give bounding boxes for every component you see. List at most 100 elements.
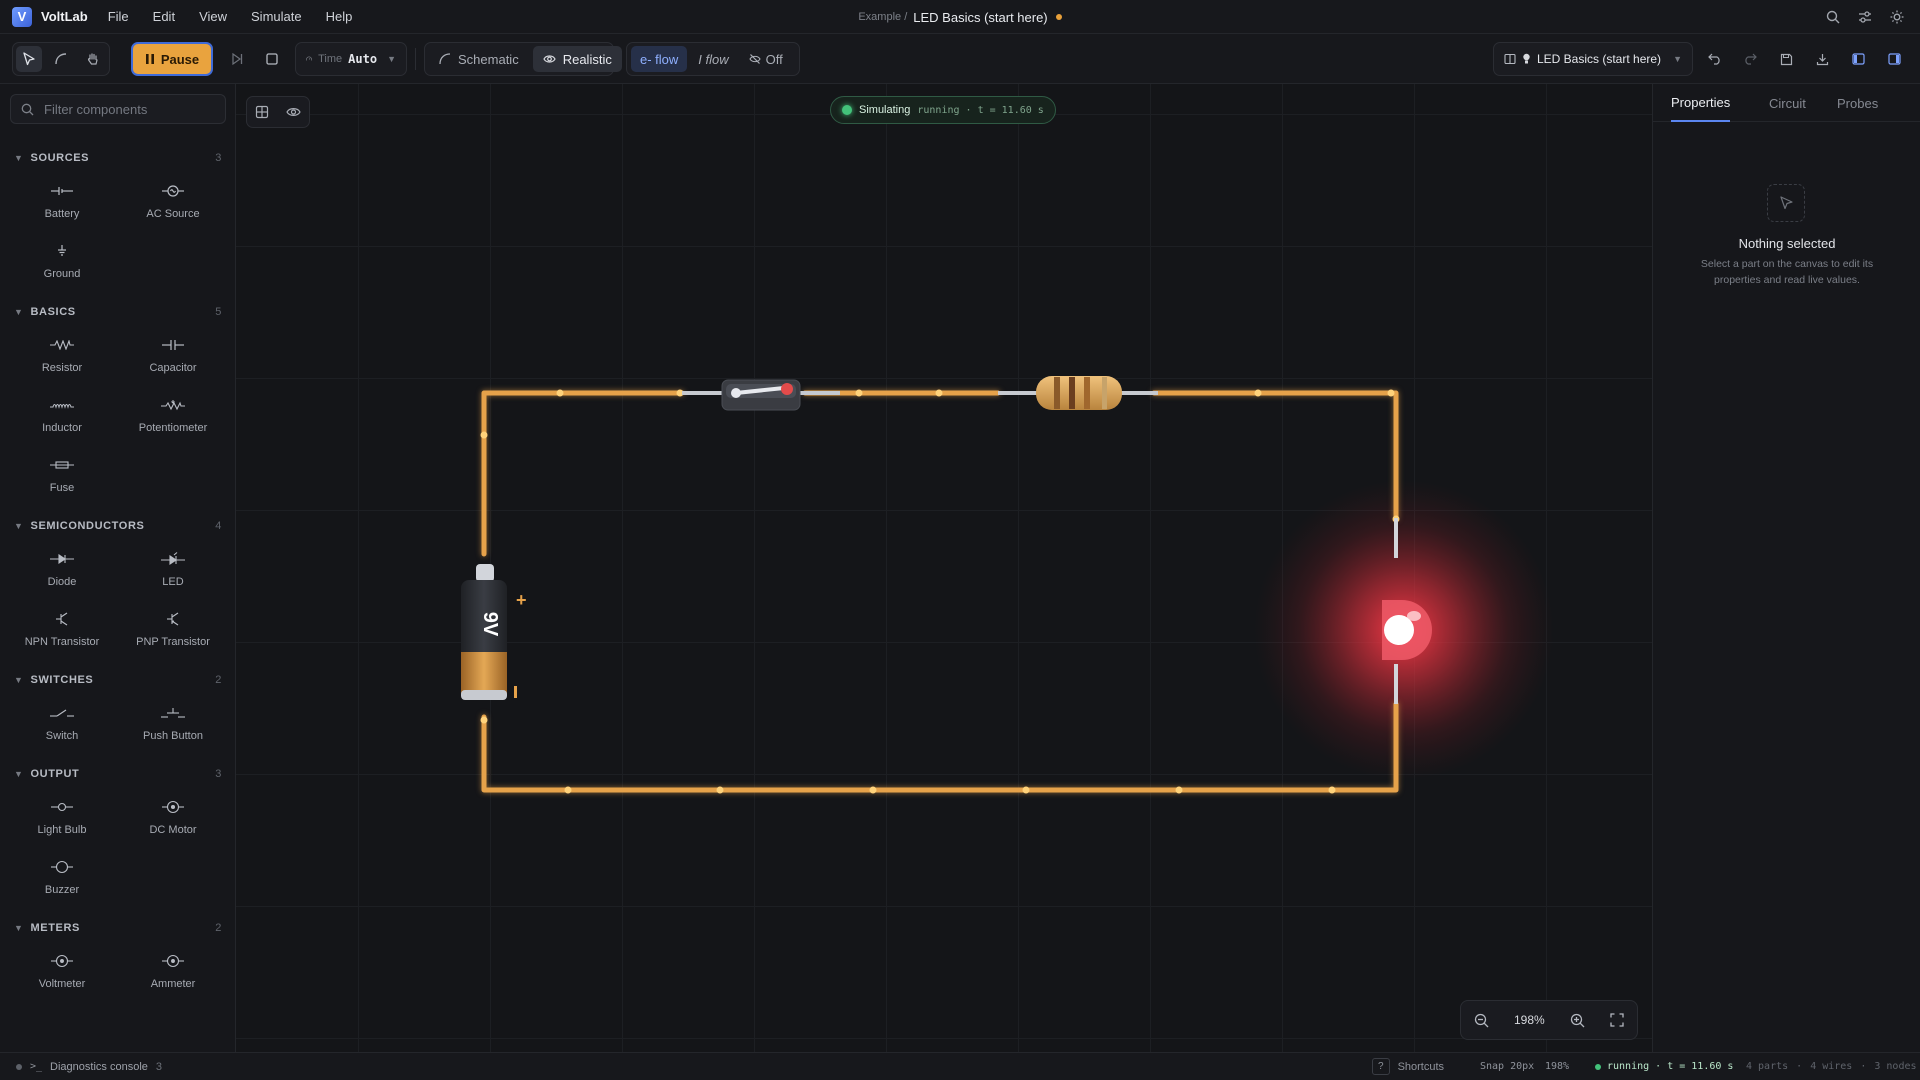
component-led[interactable]: LED: [118, 544, 228, 600]
menu-help[interactable]: Help: [326, 9, 353, 24]
electron-flow-button[interactable]: e- flow: [631, 46, 688, 72]
diagnostics-console-toggle[interactable]: >_ Diagnostics console 3: [16, 1053, 162, 1080]
save-button[interactable]: [1773, 46, 1799, 72]
filter-components-input[interactable]: [42, 100, 216, 118]
undo-icon: [1708, 53, 1720, 65]
component-ground[interactable]: Ground: [7, 236, 117, 292]
toggle-right-panel-button[interactable]: [1881, 46, 1907, 72]
component-inductor[interactable]: Inductor: [7, 390, 117, 446]
wire-left-top[interactable]: [481, 390, 685, 557]
resistor-part[interactable]: [998, 376, 1158, 410]
category-name: BASICS: [30, 306, 76, 318]
flow-off-button[interactable]: Off: [740, 46, 792, 72]
zoom-in-button[interactable]: [1570, 1013, 1585, 1028]
category-count: 5: [215, 306, 222, 318]
stop-icon: [266, 53, 278, 65]
schematic-label: Schematic: [458, 51, 519, 67]
view-mode-toggle: Schematic Realistic: [424, 42, 622, 76]
component-push-button[interactable]: Push Button: [118, 698, 228, 754]
zoom-level[interactable]: 198%: [1514, 1013, 1545, 1027]
component-light-bulb[interactable]: Light Bulb: [7, 792, 117, 848]
app-name: VoltLab: [41, 9, 88, 24]
component-voltmeter[interactable]: Voltmeter: [7, 946, 117, 1002]
pointer-icon: [23, 52, 35, 66]
redo-button[interactable]: [1737, 46, 1763, 72]
run-state: running · t = 11.60 s: [1595, 1053, 1733, 1080]
component-diode[interactable]: Diode: [7, 544, 117, 600]
menu-file[interactable]: File: [108, 9, 129, 24]
running-dot: [1595, 1063, 1601, 1070]
filter-box: [10, 94, 226, 124]
menu-simulate[interactable]: Simulate: [251, 9, 302, 24]
wire-tool-button[interactable]: [48, 46, 74, 72]
tab-probes[interactable]: Probes: [1837, 84, 1878, 122]
tab-properties[interactable]: Properties: [1671, 84, 1731, 122]
zoom-out-icon: [1474, 1013, 1489, 1027]
category-count: 2: [215, 922, 222, 934]
sliders-icon[interactable]: [1856, 8, 1874, 26]
component-potentiometer[interactable]: Potentiometer: [118, 390, 228, 446]
category-basics[interactable]: ▼ BASICS 5: [14, 304, 222, 320]
shortcut-key: ?: [1372, 1058, 1390, 1075]
status-dot: [842, 105, 852, 115]
grid-toggle-button[interactable]: [255, 105, 269, 119]
switch-part[interactable]: [682, 379, 840, 411]
menu-view[interactable]: View: [199, 9, 227, 24]
component-buzzer[interactable]: Buzzer: [7, 852, 117, 908]
ground-symbol-icon: [55, 240, 69, 262]
zoom-out-button[interactable]: [1474, 1013, 1489, 1028]
battery-part[interactable]: 9V +: [461, 564, 527, 700]
tab-circuit[interactable]: Circuit: [1769, 84, 1806, 122]
nodes-count: 3 nodes: [1874, 1061, 1917, 1072]
category-sources[interactable]: ▼ SOURCES 3: [14, 150, 222, 166]
schematic-view-button[interactable]: Schematic: [429, 46, 529, 72]
pause-button[interactable]: Pause: [131, 42, 213, 76]
search-icon: [21, 103, 34, 115]
realistic-view-button[interactable]: Realistic: [532, 46, 622, 72]
component-switch[interactable]: Switch: [7, 698, 117, 754]
undo-button[interactable]: [1702, 46, 1728, 72]
redo-icon: [1745, 53, 1757, 65]
component-fuse[interactable]: Fuse: [7, 450, 117, 506]
wire-bottom[interactable]: [481, 701, 1399, 793]
component-ac-source[interactable]: AC Source: [118, 176, 228, 232]
category-meters[interactable]: ▼ METERS 2: [14, 920, 222, 936]
component-battery[interactable]: Battery: [7, 176, 117, 232]
menu-edit[interactable]: Edit: [153, 9, 175, 24]
step-button[interactable]: [224, 46, 250, 72]
component-ammeter[interactable]: Ammeter: [118, 946, 228, 1002]
breadcrumb[interactable]: Example /: [858, 11, 907, 23]
sun-icon[interactable]: [1888, 8, 1906, 26]
flow-mode-toggle: e- flow I flow Off: [626, 42, 800, 76]
menu-right-actions: [1824, 0, 1906, 34]
category-name: SEMICONDUCTORS: [30, 520, 145, 532]
component-resistor[interactable]: Resistor: [7, 330, 117, 386]
component-capacitor[interactable]: Capacitor: [118, 330, 228, 386]
shortcuts-button[interactable]: ? Shortcuts: [1372, 1053, 1444, 1080]
visibility-toggle-button[interactable]: [286, 106, 301, 118]
component-label: Capacitor: [149, 362, 197, 374]
component-pnp-transistor[interactable]: PNP Transistor: [118, 604, 228, 660]
component-dc-motor[interactable]: DC Motor: [118, 792, 228, 848]
select-tool-button[interactable]: [16, 46, 42, 72]
project-select[interactable]: LED Basics (start here) ▼: [1493, 42, 1693, 76]
category-switches[interactable]: ▼ SWITCHES 2: [14, 672, 222, 688]
time-select[interactable]: Time Auto ▼: [295, 42, 407, 76]
download-button[interactable]: [1809, 46, 1835, 72]
terminal-icon: >_: [30, 1061, 43, 1072]
category-output[interactable]: ▼ OUTPUT 3: [14, 766, 222, 782]
circuit-stats: 4 parts · 4 wires · 3 nodes: [1746, 1053, 1917, 1080]
app-logo[interactable]: V: [12, 6, 32, 27]
pan-tool-button[interactable]: [80, 46, 106, 72]
book-icon: [1504, 53, 1516, 65]
snap-setting[interactable]: Snap 20px: [1480, 1053, 1534, 1080]
circuit-canvas[interactable]: 9V + Simulating running · t = 11.60 s 19…: [236, 84, 1652, 1052]
component-npn-transistor[interactable]: NPN Transistor: [7, 604, 117, 660]
search-icon[interactable]: [1824, 8, 1842, 26]
current-flow-label: I flow: [698, 51, 729, 67]
stop-button[interactable]: [259, 46, 285, 72]
category-semiconductors[interactable]: ▼ SEMICONDUCTORS 4: [14, 518, 222, 534]
toggle-left-panel-button[interactable]: [1845, 46, 1871, 72]
fit-to-screen-button[interactable]: [1610, 1013, 1624, 1027]
current-flow-button[interactable]: I flow: [689, 46, 737, 72]
